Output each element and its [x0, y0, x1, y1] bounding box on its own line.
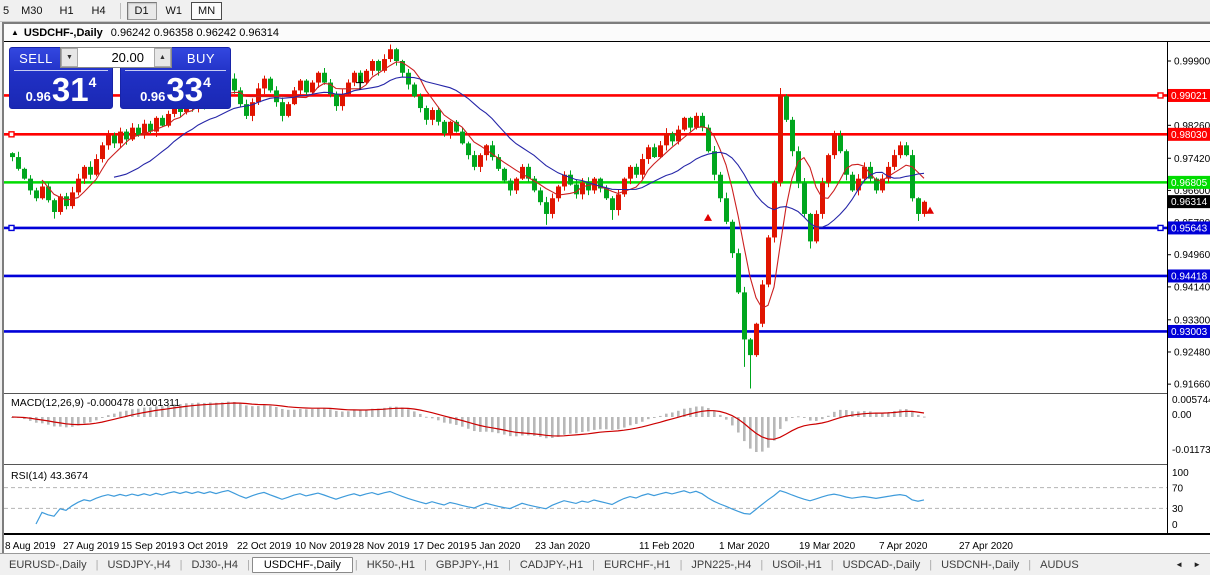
- svg-text:22 Oct 2019: 22 Oct 2019: [237, 541, 292, 552]
- svg-text:0.93003: 0.93003: [1171, 327, 1208, 338]
- timeframe-button-mn[interactable]: MN: [191, 2, 222, 20]
- tab-scroll-right-icon[interactable]: ►: [1188, 558, 1206, 571]
- sell-label: SELL: [10, 51, 62, 66]
- svg-text:100: 100: [1172, 468, 1189, 479]
- tab-cadjpy-h1[interactable]: CADJPY-,H1: [511, 558, 592, 572]
- chart-title-ohlc: 0.96242 0.96358 0.96242 0.96314: [111, 27, 279, 39]
- timeframe-button-h1[interactable]: H1: [52, 2, 82, 20]
- svg-text:11 Feb 2020: 11 Feb 2020: [639, 541, 695, 552]
- svg-text:28 Nov 2019: 28 Nov 2019: [353, 541, 410, 552]
- svg-text:7 Apr 2020: 7 Apr 2020: [879, 541, 928, 552]
- svg-text:-0.011738: -0.011738: [1172, 445, 1210, 456]
- svg-text:8 Aug 2019: 8 Aug 2019: [5, 541, 56, 552]
- svg-text:0.93300: 0.93300: [1174, 315, 1210, 326]
- tab-scroll-arrows: ◄►: [1170, 558, 1210, 571]
- tab-eurchf-h1[interactable]: EURCHF-,H1: [595, 558, 680, 572]
- tab-gbpjpy-h1[interactable]: GBPJPY-,H1: [427, 558, 508, 572]
- svg-text:10 Nov 2019: 10 Nov 2019: [295, 541, 352, 552]
- toolbar-separator: [120, 3, 121, 19]
- timeframe-toolbar: 5M30H1H4 D1W1MN: [0, 0, 1210, 22]
- chart-window: ▲ USDCHF-,Daily 0.96242 0.96358 0.96242 …: [2, 22, 1210, 553]
- tab-usdchf-daily[interactable]: USDCHF-,Daily: [252, 557, 353, 573]
- buy-label: BUY: [172, 51, 230, 66]
- svg-text:0.99900: 0.99900: [1174, 57, 1210, 68]
- sell-price: 0.96314: [10, 75, 112, 106]
- volume-decrease-button[interactable]: ▼: [61, 48, 78, 67]
- pane-separator[interactable]: [4, 464, 1167, 465]
- tab-usoil-h1[interactable]: USOil-,H1: [763, 558, 831, 572]
- svg-text:23 Jan 2020: 23 Jan 2020: [535, 541, 590, 552]
- one-click-trade-panel: SELL 0.96314 BUY 0.96334 ▼ ▲: [9, 47, 231, 109]
- tab-usdcnh-daily[interactable]: USDCNH-,Daily: [932, 558, 1028, 572]
- svg-text:0.97420: 0.97420: [1174, 154, 1210, 165]
- svg-text:0.96805: 0.96805: [1171, 178, 1208, 189]
- svg-text:0.005744: 0.005744: [1172, 395, 1210, 406]
- chart-title-bar[interactable]: ▲ USDCHF-,Daily 0.96242 0.96358 0.96242 …: [4, 24, 1210, 42]
- tab-scroll-left-icon[interactable]: ◄: [1170, 558, 1188, 571]
- chart-tab-bar: EURUSD-,Daily|USDJPY-,H4|DJ30-,H4|USDCHF…: [0, 553, 1210, 575]
- buy-price: 0.96334: [121, 75, 230, 106]
- svg-text:70: 70: [1172, 484, 1184, 495]
- pane-separator[interactable]: [4, 393, 1167, 394]
- svg-text:0.00: 0.00: [1172, 410, 1192, 421]
- svg-text:0.94140: 0.94140: [1174, 282, 1210, 293]
- svg-text:3 Oct 2019: 3 Oct 2019: [179, 541, 228, 552]
- svg-text:0.98030: 0.98030: [1171, 130, 1208, 141]
- svg-text:0: 0: [1172, 520, 1178, 531]
- svg-text:0.94418: 0.94418: [1171, 271, 1208, 282]
- timeframe-button-w1[interactable]: W1: [159, 2, 190, 20]
- tab-jpn225-h4[interactable]: JPN225-,H4: [682, 558, 760, 572]
- svg-text:27 Aug 2019: 27 Aug 2019: [63, 541, 120, 552]
- tab-eurusd-daily[interactable]: EURUSD-,Daily: [0, 558, 96, 572]
- volume-increase-button[interactable]: ▲: [154, 48, 171, 67]
- svg-text:1 Mar 2020: 1 Mar 2020: [719, 541, 770, 552]
- svg-text:MACD(12,26,9) -0.000478 0.0013: MACD(12,26,9) -0.000478 0.001311: [11, 397, 180, 409]
- timeframe-button-m30[interactable]: M30: [14, 2, 49, 20]
- svg-text:17 Dec 2019: 17 Dec 2019: [413, 541, 470, 552]
- timeframe-button-d1[interactable]: D1: [127, 2, 157, 20]
- svg-text:0.95643: 0.95643: [1171, 223, 1208, 234]
- tab-hk50-h1[interactable]: HK50-,H1: [358, 558, 424, 572]
- chart-canvas[interactable]: 0.999000.982600.974200.966000.957800.949…: [4, 42, 1210, 555]
- svg-text:19 Mar 2020: 19 Mar 2020: [799, 541, 856, 552]
- tab-usdjpy-h4[interactable]: USDJPY-,H4: [98, 558, 179, 572]
- svg-text:5 Jan 2020: 5 Jan 2020: [471, 541, 521, 552]
- svg-text:15 Sep 2019: 15 Sep 2019: [121, 541, 178, 552]
- volume-input[interactable]: [78, 48, 154, 67]
- svg-text:0.99021: 0.99021: [1171, 91, 1208, 102]
- timeframe-button-h4[interactable]: H4: [84, 2, 114, 20]
- tab-usdcad-daily[interactable]: USDCAD-,Daily: [834, 558, 930, 572]
- svg-text:RSI(14) 43.3674: RSI(14) 43.3674: [11, 470, 88, 482]
- svg-text:27 Apr 2020: 27 Apr 2020: [959, 541, 1013, 552]
- svg-text:0.91660: 0.91660: [1174, 380, 1210, 391]
- svg-text:30: 30: [1172, 504, 1184, 515]
- tab-dj30-h4[interactable]: DJ30-,H4: [183, 558, 247, 572]
- chart-bottom-border: [4, 533, 1210, 535]
- svg-text:0.92480: 0.92480: [1174, 347, 1210, 358]
- tab-audus[interactable]: AUDUS: [1031, 558, 1088, 572]
- tab-separator: |: [247, 559, 250, 571]
- timeframe-button-5[interactable]: 5: [0, 2, 12, 20]
- trading-terminal: { "toolbar": { "timeframes": ["5", "M30"…: [0, 0, 1210, 574]
- svg-text:0.96314: 0.96314: [1171, 197, 1208, 208]
- chart-title-symbol: USDCHF-,Daily: [24, 27, 103, 39]
- collapse-icon[interactable]: ▲: [11, 28, 19, 37]
- svg-text:0.94960: 0.94960: [1174, 250, 1210, 261]
- volume-control: ▼ ▲: [60, 47, 172, 68]
